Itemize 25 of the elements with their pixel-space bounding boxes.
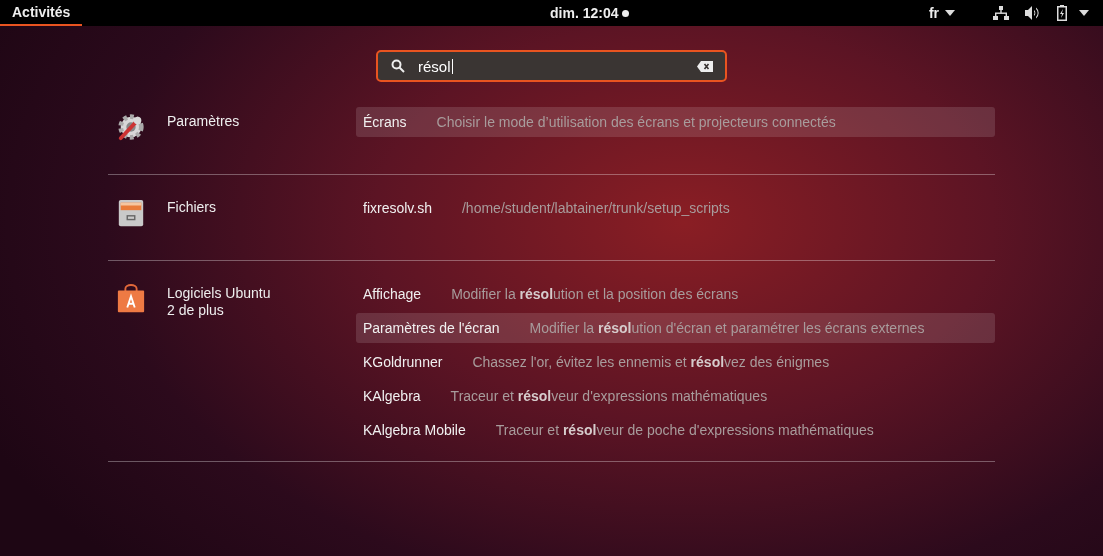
shopping-bag-icon[interactable] (116, 284, 146, 314)
clear-icon[interactable] (697, 60, 713, 72)
language-menu[interactable]: fr (928, 5, 939, 21)
search-result[interactable]: fixresolv.sh /home/student/labtainer/trunk/setup_scripts (356, 193, 995, 223)
gear-wrench-icon[interactable] (116, 112, 146, 142)
search-result[interactable]: Paramètres de l'écran Modifier la résolution d'écran et paramétrer les écrans externes (356, 313, 995, 343)
app-name: Fichiers (167, 199, 216, 216)
file-cabinet-icon[interactable] (116, 198, 146, 228)
search-field[interactable]: résol (376, 50, 727, 82)
app-name: Logiciels Ubuntu (167, 285, 271, 302)
volume-icon[interactable] (1025, 6, 1041, 20)
activities-button[interactable]: Activités (0, 0, 83, 26)
app-name: Paramètres (167, 113, 240, 130)
search-result[interactable]: KGoldrunner Chassez l'or, évitez les ennemis et résolvez des énigmes (356, 347, 995, 377)
search-icon (391, 59, 405, 73)
search-result[interactable]: Écrans Choisir le mode d’utilisation des écrans et projecteurs connectés (356, 107, 995, 137)
search-result[interactable]: Affichage Modifier la résolution et la position des écrans (356, 279, 995, 309)
caret-icon[interactable] (1079, 10, 1089, 16)
network-icon[interactable] (993, 6, 1009, 20)
battery-icon[interactable] (1057, 5, 1067, 21)
search-result[interactable]: KAlgebra Mobile Traceur et résolveur de poche d'expressions mathématiques (356, 415, 995, 445)
search-result[interactable]: KAlgebra Traceur et résolveur d'expressions mathématiques (356, 381, 995, 411)
more-results-label[interactable]: 2 de plus (167, 302, 271, 319)
caret-icon (945, 10, 955, 16)
clock[interactable]: dim. 12:04 (550, 5, 619, 21)
